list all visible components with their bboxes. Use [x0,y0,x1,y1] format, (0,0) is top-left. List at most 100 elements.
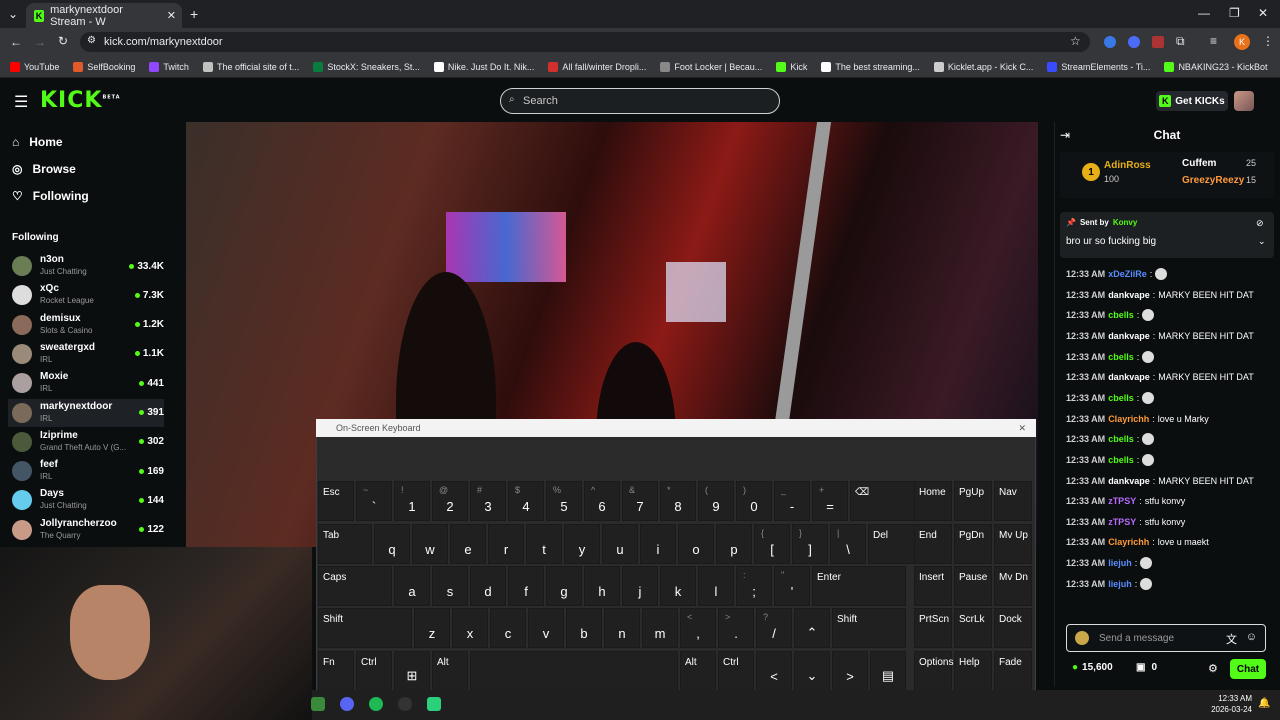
keyboard-key[interactable]: @2 [432,481,468,521]
keyboard-key[interactable]: :; [736,566,772,606]
keyboard-nav-key[interactable]: PgDn [954,524,992,564]
get-kicks-button[interactable]: K Get KICKs [1156,91,1228,111]
extension-icon[interactable] [1104,36,1116,48]
message-username[interactable]: zTPSY [1108,517,1136,527]
keyboard-key[interactable]: Ctrl [718,651,754,691]
bookmark-item[interactable]: StockX: Sneakers, St... [313,61,420,72]
bookmark-item[interactable]: Nike. Just Do It. Nik... [433,61,534,72]
message-username[interactable]: Clayrichh [1108,537,1149,547]
keyboard-key[interactable]: (9 [698,481,734,521]
following-channel[interactable]: Jollyrancherzoo The Quarry 122 [8,516,164,544]
keyboard-key[interactable]: Shift [318,608,412,648]
keyboard-key[interactable]: Enter [812,566,906,606]
message-username[interactable]: dankvape [1108,372,1150,382]
leader-name[interactable]: Cuffem [1182,158,1216,169]
new-tab-button[interactable]: + [190,6,198,22]
following-channel[interactable]: markynextdoor IRL 391 [8,398,164,427]
keyboard-key[interactable]: l [698,566,734,606]
chat-message-input[interactable]: Send a message 文 ☺ [1066,624,1266,652]
message-username[interactable]: cbells [1108,455,1134,465]
keyboard-key[interactable]: Alt [680,651,716,691]
keyboard-key[interactable]: Fn [318,651,354,691]
keyboard-key[interactable]: v [528,608,564,648]
unpin-icon[interactable]: ⊘ [1256,218,1264,229]
emoji-icon[interactable]: ☺ [1246,631,1257,643]
keyboard-key[interactable]: e [450,524,486,564]
discord-icon[interactable] [340,697,354,711]
bookmark-item[interactable]: SelfBooking [73,61,135,72]
keyboard-key[interactable]: % 5 [546,481,582,521]
following-channel[interactable]: n3on Just Chatting 33.4K [8,252,164,280]
keyboard-key[interactable]: h [584,566,620,606]
message-username[interactable]: dankvape [1108,331,1150,341]
site-info-icon[interactable]: ⚙ [87,35,96,46]
media-control-icon[interactable]: ≡ [1210,34,1217,48]
keyboard-key[interactable]: r [488,524,524,564]
leader-name[interactable]: GreezyReezy [1182,175,1244,186]
following-channel[interactable]: sweatergxd IRL 1.1K [8,340,164,368]
keyboard-key[interactable]: _ - [774,481,810,521]
maximize-button[interactable]: ❐ [1229,6,1240,20]
keyboard-key[interactable]: ▤ [870,651,906,691]
keyboard-key[interactable]: $4 [508,481,544,521]
following-channel[interactable]: Days Just Chatting 144 [8,486,164,514]
message-username[interactable]: liejuh [1108,579,1132,589]
bookmark-item[interactable]: Kicklet.app - Kick C... [933,61,1033,72]
keyboard-key[interactable]: #3 [470,481,506,521]
keyboard-nav-key[interactable]: PgUp [954,481,992,521]
keyboard-key[interactable]: < [756,651,792,691]
browser-menu-icon[interactable]: ⋮ [1262,34,1274,48]
keyboard-key[interactable]: Alt [432,651,468,691]
message-username[interactable]: cbells [1108,434,1134,444]
back-icon[interactable]: ← [10,35,22,49]
following-channel[interactable]: Moxie IRL 441 [8,369,164,397]
minimize-button[interactable]: — [1198,6,1210,20]
keyboard-key[interactable]: Tab [318,524,372,564]
keyboard-key[interactable]: > [832,651,868,691]
keyboard-key[interactable]: Caps [318,566,392,606]
keyboard-key[interactable]: ! 1 [394,481,430,521]
keyboard-nav-key[interactable]: ScrLk [954,608,992,648]
keyboard-key[interactable]: g [546,566,582,606]
keyboard-key[interactable]: n [604,608,640,648]
reload-icon[interactable]: ↻ [58,34,68,48]
keyboard-key[interactable]: j [622,566,658,606]
pinned-by-user[interactable]: Konvy [1113,218,1137,227]
keyboard-key[interactable]: b [566,608,602,648]
app-icon[interactable] [427,697,441,711]
keyboard-key[interactable]: >. [718,608,754,648]
keyboard-key[interactable]: ) 0 [736,481,772,521]
nav-browse[interactable]: ◎ Browse [12,162,76,176]
bookmark-item[interactable]: The official site of t... [202,61,299,72]
emote-picker-icon[interactable] [1075,631,1089,645]
spotify-icon[interactable] [369,697,383,711]
keyboard-nav-key[interactable]: Mv Up [994,524,1032,564]
keyboard-key[interactable]: s [432,566,468,606]
keyboard-key[interactable]: x [452,608,488,648]
keyboard-key[interactable]: {[ [754,524,790,564]
keyboard-key[interactable]: d [470,566,506,606]
tab-close-icon[interactable]: ✕ [167,9,176,22]
keyboard-key[interactable]: Ctrl [356,651,392,691]
message-username[interactable]: xDeZiiRe [1108,269,1147,279]
message-username[interactable]: liejuh [1108,558,1132,568]
kick-logo[interactable]: KICKBETA [40,88,121,113]
keyboard-key[interactable]: o [678,524,714,564]
bookmark-item[interactable]: NBAKING23 - KickBot [1164,61,1267,72]
keyboard-key[interactable]: y [564,524,600,564]
browser-tab[interactable]: K markynextdoor Stream - W ✕ [26,3,182,28]
xbox-icon[interactable] [311,697,325,711]
message-username[interactable]: cbells [1108,310,1134,320]
nav-following[interactable]: ♡ Following [12,189,89,203]
keyboard-nav-key[interactable]: Nav [994,481,1032,521]
message-username[interactable]: cbells [1108,393,1134,403]
bookmark-item[interactable]: YouTube [10,61,59,72]
following-channel[interactable]: Iziprime Grand Theft Auto V (G... 302 [8,428,164,456]
keyboard-key[interactable]: * 8 [660,481,696,521]
keyboard-nav-key[interactable]: Mv Dn [994,566,1032,606]
taskbar-clock[interactable]: 12:33 AM 2026-03-24 [1200,693,1252,715]
following-channel[interactable]: feef IRL 169 [8,457,164,485]
bookmark-item[interactable]: Twitch [149,61,189,72]
keyboard-key[interactable]: Esc [318,481,354,521]
url-field[interactable]: kick.com/markynextdoor [80,32,1090,52]
